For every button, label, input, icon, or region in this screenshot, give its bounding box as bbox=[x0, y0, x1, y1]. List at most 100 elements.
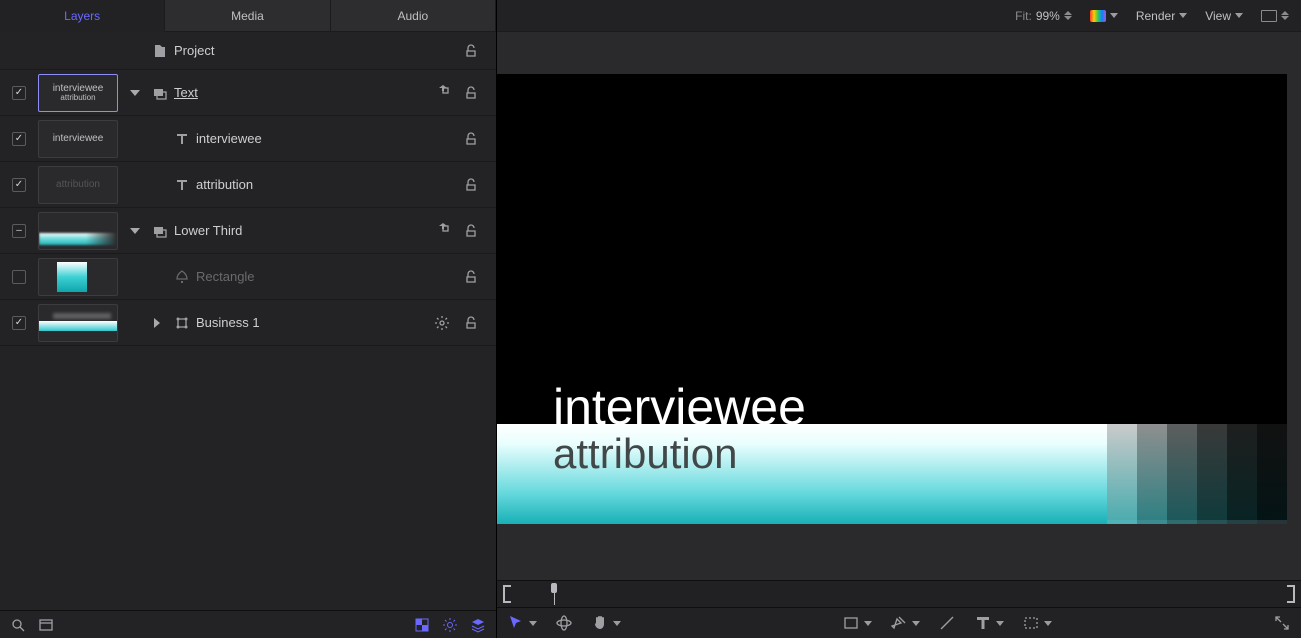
group-icon bbox=[152, 223, 168, 239]
display-menu[interactable] bbox=[1261, 10, 1289, 22]
playhead[interactable] bbox=[551, 583, 557, 605]
disclosure-triangle-icon[interactable] bbox=[154, 318, 160, 328]
fit-label: Fit: bbox=[1015, 9, 1032, 23]
in-point-marker[interactable] bbox=[503, 585, 511, 603]
expand-icon[interactable] bbox=[1273, 614, 1291, 632]
replicator-icon bbox=[174, 315, 190, 331]
search-icon[interactable] bbox=[10, 617, 26, 633]
layer-label[interactable]: Business 1 bbox=[196, 315, 430, 330]
visibility-checkbox[interactable] bbox=[12, 316, 26, 330]
chevron-down-icon bbox=[864, 621, 872, 626]
fit-value: 99% bbox=[1036, 9, 1060, 23]
stepper-icon bbox=[1281, 11, 1289, 20]
lock-icon[interactable] bbox=[463, 223, 479, 239]
left-panel: Layers Media Audio Project intervieweeat… bbox=[0, 0, 497, 638]
chevron-down-icon bbox=[996, 621, 1004, 626]
layer-label[interactable]: Text bbox=[174, 85, 430, 100]
select-tool[interactable] bbox=[507, 614, 537, 632]
render-menu[interactable]: Render bbox=[1136, 9, 1187, 23]
color-channel-icon bbox=[1090, 10, 1106, 22]
layer-group-lower-third[interactable]: Lower Third bbox=[0, 208, 496, 254]
arrow-icon bbox=[507, 614, 525, 632]
chevron-down-icon bbox=[529, 621, 537, 626]
shape-tool[interactable] bbox=[842, 614, 872, 632]
pen-tool[interactable] bbox=[890, 614, 920, 632]
tab-audio[interactable]: Audio bbox=[331, 0, 496, 32]
lock-icon[interactable] bbox=[463, 131, 479, 147]
group-icon bbox=[152, 85, 168, 101]
line-tool-icon[interactable] bbox=[938, 614, 956, 632]
layer-thumbnail bbox=[38, 304, 118, 342]
pen-icon bbox=[890, 614, 908, 632]
layers-icon[interactable] bbox=[470, 617, 486, 633]
mask-tool[interactable] bbox=[1022, 614, 1052, 632]
canvas-black: interviewee attribution bbox=[497, 74, 1287, 520]
text-icon bbox=[974, 614, 992, 632]
layer-thumbnail bbox=[38, 258, 118, 296]
hand-icon bbox=[591, 614, 609, 632]
layer-rectangle[interactable]: Rectangle bbox=[0, 254, 496, 300]
shape-icon bbox=[174, 269, 190, 285]
visibility-checkbox[interactable] bbox=[12, 178, 26, 192]
disclosure-triangle-icon[interactable] bbox=[130, 90, 140, 96]
visibility-checkbox[interactable] bbox=[12, 86, 26, 100]
stepper-icon[interactable] bbox=[1064, 11, 1072, 20]
right-panel: Fit: 99% Render View bbox=[497, 0, 1301, 638]
lock-icon[interactable] bbox=[463, 85, 479, 101]
window-icon[interactable] bbox=[38, 617, 54, 633]
canvas-text-attribution[interactable]: attribution bbox=[553, 430, 737, 478]
layers-list: Project intervieweeattribution Text inte bbox=[0, 32, 496, 610]
tab-media[interactable]: Media bbox=[165, 0, 330, 32]
publish-icon[interactable] bbox=[434, 223, 450, 239]
view-label: View bbox=[1205, 9, 1231, 23]
pan-tool[interactable] bbox=[591, 614, 621, 632]
visibility-checkbox[interactable] bbox=[12, 132, 26, 146]
chevron-down-icon bbox=[1179, 13, 1187, 18]
disclosure-triangle-icon[interactable] bbox=[130, 228, 140, 234]
gear-icon[interactable] bbox=[434, 315, 450, 331]
checker-icon[interactable] bbox=[414, 617, 430, 633]
layer-business-1[interactable]: Business 1 bbox=[0, 300, 496, 346]
layer-group-text[interactable]: intervieweeattribution Text bbox=[0, 70, 496, 116]
canvas[interactable]: interviewee attribution bbox=[497, 32, 1301, 580]
render-label: Render bbox=[1136, 9, 1175, 23]
lock-icon[interactable] bbox=[463, 269, 479, 285]
lock-icon[interactable] bbox=[463, 43, 479, 59]
tab-layers[interactable]: Layers bbox=[0, 0, 165, 32]
layer-thumbnail: attribution bbox=[38, 166, 118, 204]
lock-icon[interactable] bbox=[463, 177, 479, 193]
visibility-checkbox[interactable] bbox=[12, 224, 26, 238]
project-label: Project bbox=[174, 43, 446, 58]
canvas-text-interviewee[interactable]: interviewee bbox=[553, 378, 806, 436]
color-channel-menu[interactable] bbox=[1090, 10, 1118, 22]
publish-icon[interactable] bbox=[434, 85, 450, 101]
fit-control[interactable]: Fit: 99% bbox=[1015, 9, 1072, 23]
layer-attribution[interactable]: attribution attribution bbox=[0, 162, 496, 208]
visibility-checkbox[interactable] bbox=[12, 270, 26, 284]
chevron-down-icon bbox=[1044, 621, 1052, 626]
layer-label[interactable]: interviewee bbox=[196, 131, 446, 146]
text-icon bbox=[174, 177, 190, 193]
mini-timeline[interactable] bbox=[497, 580, 1301, 608]
left-bottom-bar bbox=[0, 610, 496, 638]
panel-tabs: Layers Media Audio bbox=[0, 0, 496, 32]
chevron-down-icon bbox=[1110, 13, 1118, 18]
chevron-down-icon bbox=[613, 621, 621, 626]
layer-interviewee[interactable]: interviewee interviewee bbox=[0, 116, 496, 162]
orbit-tool-icon[interactable] bbox=[555, 614, 573, 632]
text-tool[interactable] bbox=[974, 614, 1004, 632]
layer-thumbnail: interviewee bbox=[38, 120, 118, 158]
chevron-down-icon bbox=[1235, 13, 1243, 18]
project-row[interactable]: Project bbox=[0, 32, 496, 70]
layer-label[interactable]: attribution bbox=[196, 177, 446, 192]
text-icon bbox=[174, 131, 190, 147]
out-point-marker[interactable] bbox=[1287, 585, 1295, 603]
mask-icon bbox=[1022, 614, 1040, 632]
layer-label[interactable]: Rectangle bbox=[196, 269, 446, 284]
gear-icon[interactable] bbox=[442, 617, 458, 633]
view-menu[interactable]: View bbox=[1205, 9, 1243, 23]
lock-icon[interactable] bbox=[463, 315, 479, 331]
layer-label[interactable]: Lower Third bbox=[174, 223, 430, 238]
layer-thumbnail: intervieweeattribution bbox=[38, 74, 118, 112]
rect-icon bbox=[842, 614, 860, 632]
